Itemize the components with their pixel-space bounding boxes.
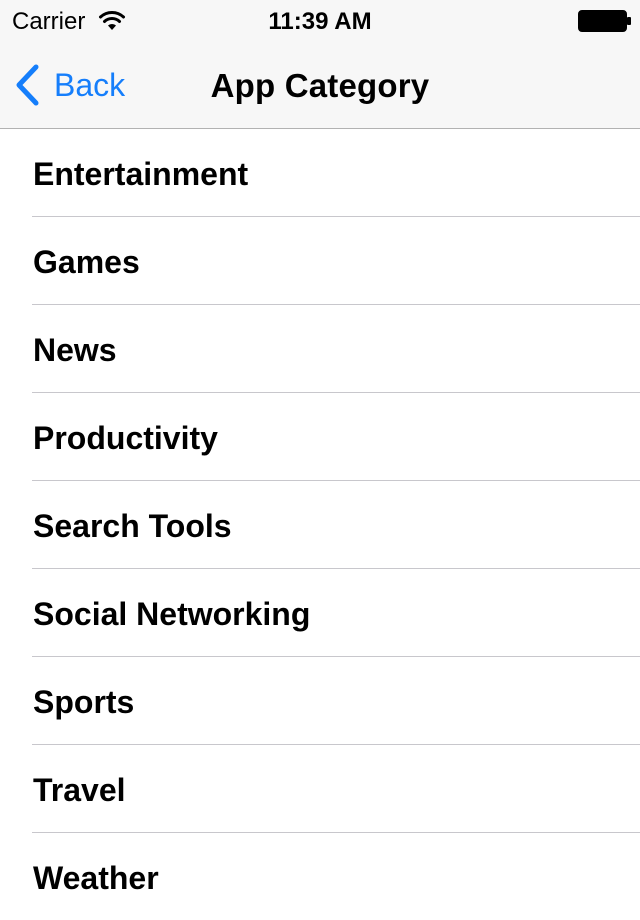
category-label: Search Tools — [33, 508, 232, 544]
category-row-sports[interactable]: Sports — [0, 657, 640, 745]
category-row-entertainment[interactable]: Entertainment — [0, 129, 640, 217]
category-row-news[interactable]: News — [0, 305, 640, 393]
status-time: 11:39 AM — [268, 8, 372, 35]
category-label: Social Networking — [33, 596, 311, 632]
page-title: App Category — [210, 67, 430, 104]
category-label: Travel — [33, 772, 126, 808]
category-label: Sports — [33, 684, 135, 720]
category-row-productivity[interactable]: Productivity — [0, 393, 640, 481]
category-row-social-networking[interactable]: Social Networking — [0, 569, 640, 657]
category-row-weather[interactable]: Weather — [0, 833, 640, 920]
category-row-travel[interactable]: Travel — [0, 745, 640, 833]
category-label: Weather — [33, 860, 159, 896]
category-label: Games — [33, 244, 140, 280]
navigation-bar: Back App Category — [0, 40, 640, 129]
category-row-games[interactable]: Games — [0, 217, 640, 305]
category-label: Entertainment — [33, 156, 249, 192]
battery-icon — [578, 10, 631, 32]
status-bar: Carrier 11:39 AM — [0, 0, 640, 40]
category-label: Productivity — [33, 420, 218, 456]
category-row-search-tools[interactable]: Search Tools — [0, 481, 640, 569]
category-list: Entertainment Games News Productivity Se… — [0, 129, 640, 920]
category-label: News — [33, 332, 117, 368]
